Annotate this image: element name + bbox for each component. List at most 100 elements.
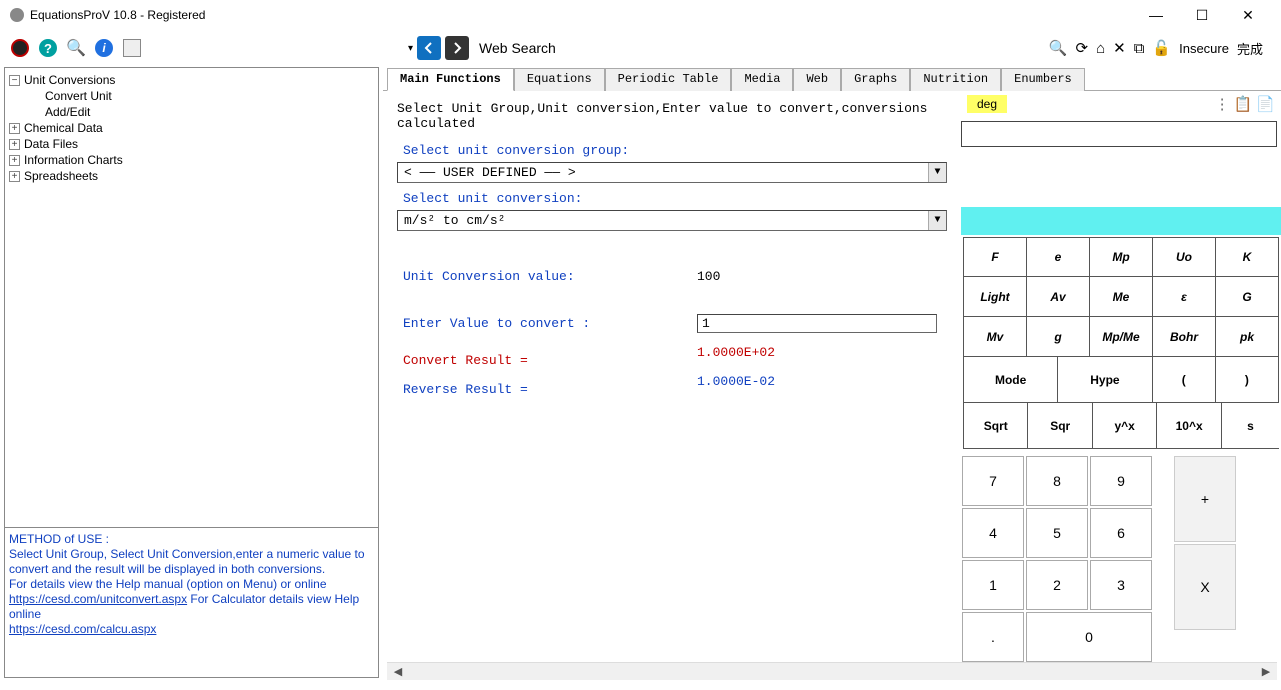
close-button[interactable]: ✕: [1225, 0, 1271, 30]
group-dropdown[interactable]: < —— USER DEFINED —— > ▼: [397, 162, 947, 183]
maximize-button[interactable]: ☐: [1179, 0, 1225, 30]
tree-item-add-edit[interactable]: Add/Edit: [9, 104, 374, 120]
search-icon[interactable]: 🔍: [65, 37, 87, 59]
zoom-icon[interactable]: 🔍: [1049, 39, 1068, 57]
numpad-0[interactable]: 0: [1026, 612, 1152, 662]
numpad-8[interactable]: 8: [1026, 456, 1088, 506]
chevron-down-icon[interactable]: ▼: [928, 211, 946, 230]
calc-btn-mpme[interactable]: Mp/Me: [1090, 317, 1153, 357]
dots-icon[interactable]: ⋮: [1215, 95, 1230, 113]
calc-btn-sqrt[interactable]: Sqrt: [963, 403, 1028, 449]
home-icon[interactable]: ⌂: [1096, 40, 1105, 57]
numpad-1[interactable]: 1: [962, 560, 1024, 610]
window-icon[interactable]: [121, 37, 143, 59]
tree-item-data-files[interactable]: +Data Files: [9, 136, 374, 152]
calc-btn-light[interactable]: Light: [963, 277, 1027, 317]
calc-btn-hype[interactable]: Hype: [1058, 357, 1152, 403]
numpad-4[interactable]: 4: [962, 508, 1024, 558]
tab-main-functions[interactable]: Main Functions: [387, 68, 514, 91]
calc-btn-10x[interactable]: 10^x: [1157, 403, 1221, 449]
calc-btn-rparen[interactable]: ): [1216, 357, 1279, 403]
tab-enumbers[interactable]: Enumbers: [1001, 68, 1085, 91]
numpad-7[interactable]: 7: [962, 456, 1024, 506]
help-line-3: For details view the Help manual (option…: [9, 577, 374, 592]
unit-conversion-value: 100: [697, 269, 720, 284]
deg-badge: deg: [967, 95, 1007, 113]
tab-nutrition[interactable]: Nutrition: [910, 68, 1001, 91]
calc-btn-av[interactable]: Av: [1027, 277, 1090, 317]
calc-btn-mv[interactable]: Mv: [963, 317, 1027, 357]
calc-btn-e[interactable]: e: [1027, 237, 1090, 277]
tree-view[interactable]: −Unit Conversions Convert Unit Add/Edit …: [5, 68, 378, 527]
app-icon: [10, 8, 24, 22]
scroll-right-icon[interactable]: ▶: [1259, 665, 1273, 678]
calc-btn-g-const[interactable]: G: [1216, 277, 1279, 317]
cancel-icon[interactable]: ✕: [1113, 39, 1126, 57]
tab-equations[interactable]: Equations: [514, 68, 605, 91]
numpad-dot[interactable]: .: [962, 612, 1024, 662]
convert-result-label: Convert Result =: [397, 353, 697, 368]
tab-media[interactable]: Media: [731, 68, 793, 91]
done-label[interactable]: 完成: [1237, 39, 1263, 58]
conversion-dropdown[interactable]: m/s² to cm/s² ▼: [397, 210, 947, 231]
instruction-text: Select Unit Group,Unit conversion,Enter …: [397, 101, 947, 131]
content-area: Select Unit Group,Unit conversion,Enter …: [383, 91, 1281, 662]
group-dropdown-value: < —— USER DEFINED —— >: [398, 163, 928, 182]
right-toolbar: 🔍 ⟳ ⌂ ✕ ⧉ 🔓 Insecure 完成: [1049, 39, 1275, 58]
op-plus[interactable]: +: [1174, 456, 1236, 542]
help-link-1[interactable]: https://cesd.com/unitconvert.aspx: [9, 592, 187, 606]
chevron-down-icon[interactable]: ▼: [928, 163, 946, 182]
calc-btn-lparen[interactable]: (: [1153, 357, 1216, 403]
convert-result-value: 1.0000E+02: [697, 345, 775, 360]
calc-display[interactable]: [961, 121, 1277, 147]
calc-highlight-row: [961, 207, 1281, 235]
tree-item-information-charts[interactable]: +Information Charts: [9, 152, 374, 168]
numpad-2[interactable]: 2: [1026, 560, 1088, 610]
calc-btn-k[interactable]: K: [1216, 237, 1279, 277]
calc-btn-sqr[interactable]: Sqr: [1028, 403, 1092, 449]
tab-web[interactable]: Web: [793, 68, 841, 91]
forward-button[interactable]: [445, 36, 469, 60]
calc-btn-bohr[interactable]: Bohr: [1153, 317, 1216, 357]
calc-btn-yx[interactable]: y^x: [1093, 403, 1157, 449]
numpad-3[interactable]: 3: [1090, 560, 1152, 610]
numpad-5[interactable]: 5: [1026, 508, 1088, 558]
tree-item-chemical-data[interactable]: +Chemical Data: [9, 120, 374, 136]
back-button[interactable]: [417, 36, 441, 60]
numpad-6[interactable]: 6: [1090, 508, 1152, 558]
main-toolbar: ? 🔍 i ▾ Web Search 🔍 ⟳ ⌂ ✕ ⧉ 🔓 Insecure …: [0, 30, 1281, 66]
tree-root-unit-conversions[interactable]: −Unit Conversions: [9, 72, 374, 88]
calc-btn-uo[interactable]: Uo: [1153, 237, 1216, 277]
scroll-left-icon[interactable]: ◀: [391, 665, 405, 678]
calc-btn-mode[interactable]: Mode: [963, 357, 1058, 403]
tree-item-spreadsheets[interactable]: +Spreadsheets: [9, 168, 374, 184]
tree-item-convert-unit[interactable]: Convert Unit: [9, 88, 374, 104]
numpad: 7 8 9 4 5 6 1 2 3: [961, 455, 1153, 662]
nav-toolbar: ▾ Web Search: [406, 36, 556, 60]
power-icon[interactable]: [9, 37, 31, 59]
calc-btn-s[interactable]: s: [1222, 403, 1279, 449]
horizontal-scrollbar[interactable]: ◀ ▶: [387, 662, 1277, 680]
help-box: METHOD of USE : Select Unit Group, Selec…: [5, 527, 378, 677]
op-multiply[interactable]: X: [1174, 544, 1236, 630]
calc-btn-g[interactable]: g: [1027, 317, 1090, 357]
calc-btn-me[interactable]: Me: [1090, 277, 1153, 317]
tab-icon[interactable]: ⧉: [1134, 40, 1145, 57]
tab-graphs[interactable]: Graphs: [841, 68, 910, 91]
help-icon[interactable]: ?: [37, 37, 59, 59]
enter-value-input[interactable]: [697, 314, 937, 333]
minimize-button[interactable]: —: [1133, 0, 1179, 30]
calc-btn-mp[interactable]: Mp: [1090, 237, 1153, 277]
tab-periodic-table[interactable]: Periodic Table: [605, 68, 732, 91]
copy-icon[interactable]: 📋: [1234, 95, 1253, 113]
calc-btn-eps[interactable]: ε: [1153, 277, 1216, 317]
calc-btn-f[interactable]: F: [963, 237, 1027, 277]
help-link-2[interactable]: https://cesd.com/calcu.aspx: [9, 622, 156, 636]
add-page-icon[interactable]: 📄: [1256, 95, 1275, 113]
refresh-icon[interactable]: ⟳: [1075, 39, 1088, 57]
unit-conversion-value-label: Unit Conversion value:: [397, 269, 697, 284]
info-icon[interactable]: i: [93, 37, 115, 59]
numpad-9[interactable]: 9: [1090, 456, 1152, 506]
enter-value-label: Enter Value to convert :: [397, 316, 697, 331]
calc-btn-pk[interactable]: pk: [1216, 317, 1279, 357]
